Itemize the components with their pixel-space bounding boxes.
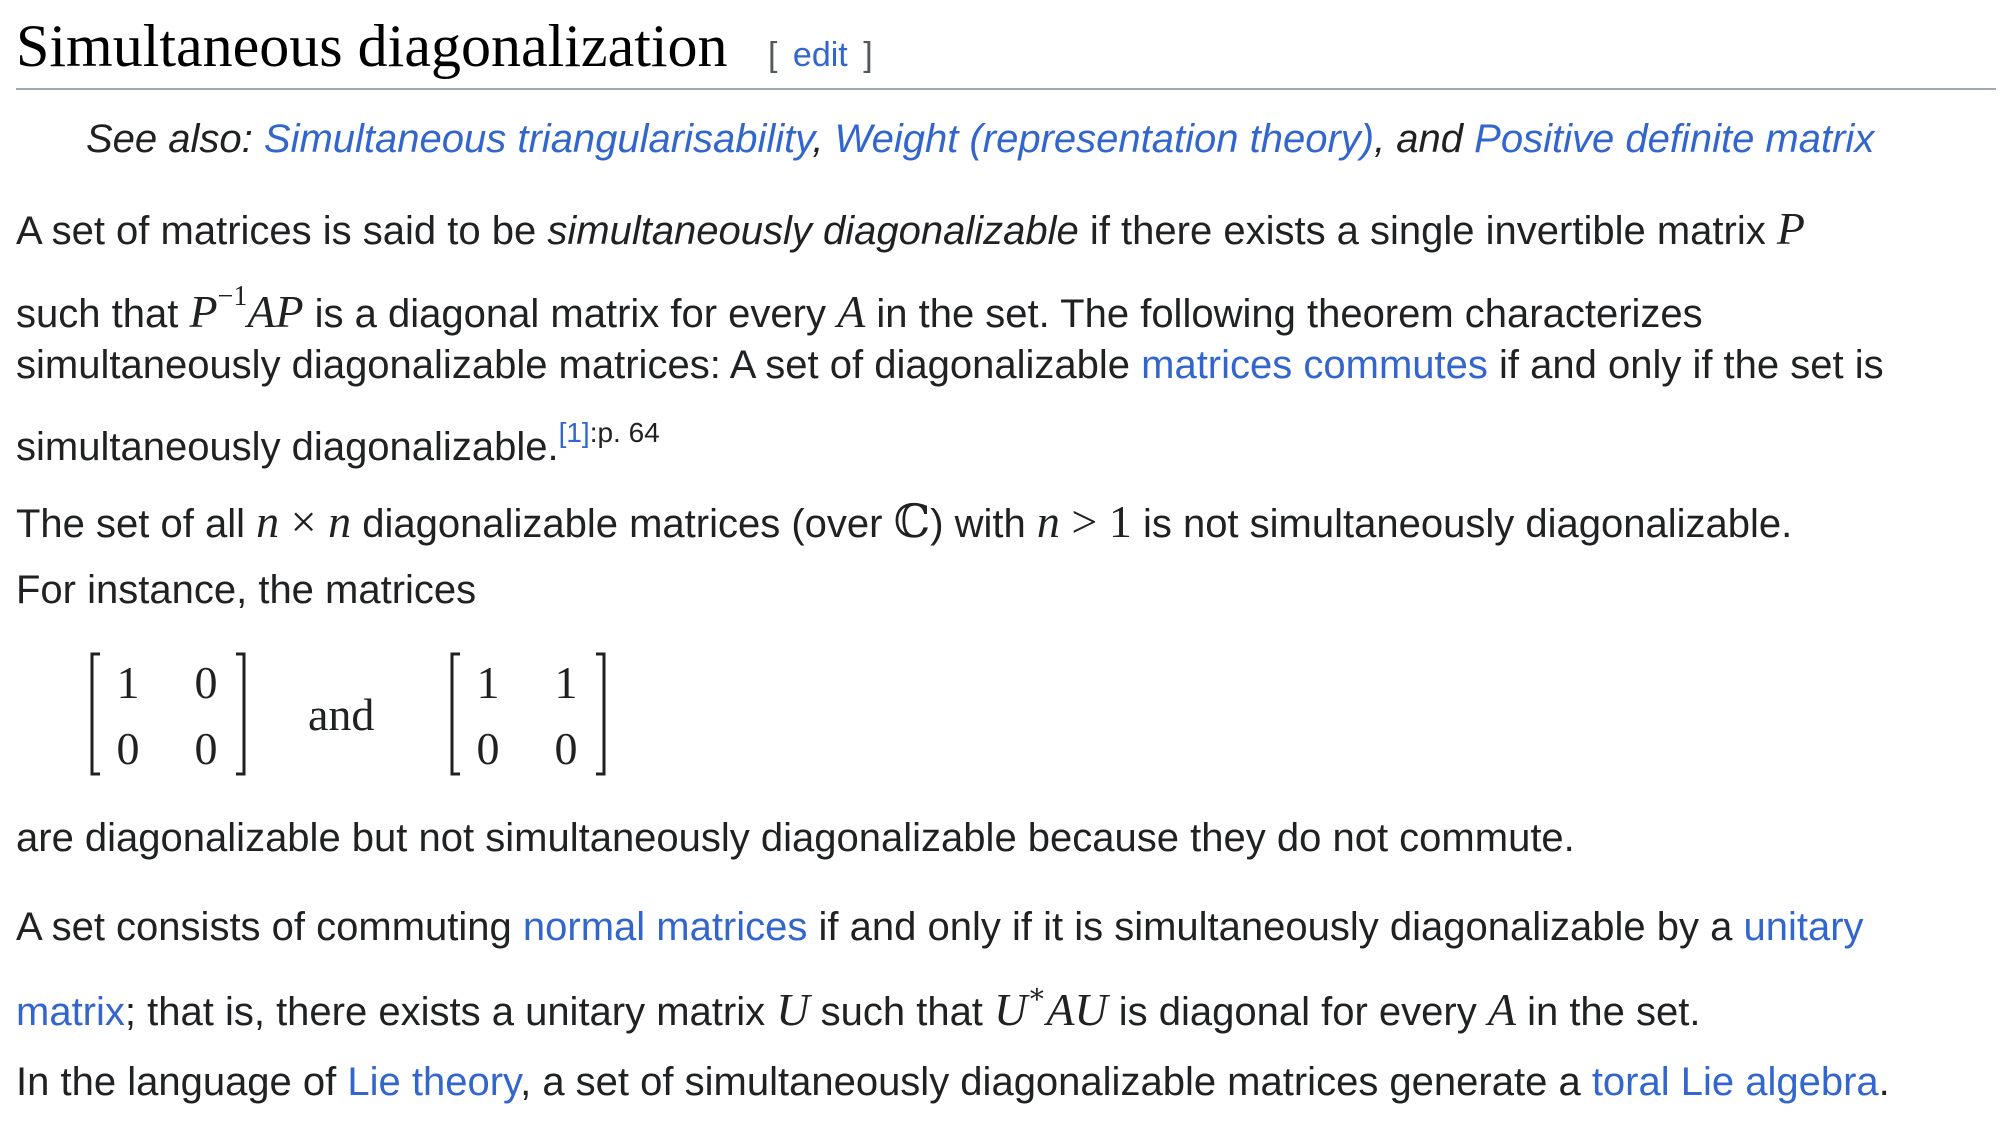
edit-section-links: [ edit ] <box>768 36 873 75</box>
text-span: is a diagonal matrix for every <box>303 292 838 336</box>
matrix-first: 1 0 0 0 <box>88 650 248 778</box>
text-span: diagonalizable matrices (over <box>351 502 894 546</box>
paragraph-line: simultaneously diagonalizable matrices: … <box>16 331 1996 399</box>
matrix-cell: 1 <box>476 657 500 708</box>
edit-link[interactable]: edit <box>793 36 848 74</box>
link-matrices-commutes[interactable]: matrices commutes <box>1141 343 1488 387</box>
math-U: U <box>994 984 1028 1035</box>
link-toral-lie-algebra[interactable]: toral Lie algebra <box>1592 1060 1879 1104</box>
math-A: A <box>1487 984 1516 1035</box>
text-span: are diagonalizable but not simultaneousl… <box>16 816 1575 860</box>
text-span: A set consists of commuting <box>16 905 523 949</box>
citation-link[interactable]: [1] <box>559 417 590 448</box>
edit-bracket-close: ] <box>863 36 873 74</box>
text-span: . <box>1878 1060 1890 1104</box>
text-span: ) with <box>930 502 1037 546</box>
math-AU: AU <box>1046 984 1108 1035</box>
paragraph-line: A set consists of commuting normal matri… <box>16 893 1996 961</box>
text-span: The set of all <box>16 502 257 546</box>
text-span: simultaneously diagonalizable. <box>16 425 559 469</box>
math-U: U <box>776 984 810 1035</box>
matrix-cell: 0 <box>194 723 218 774</box>
citation-page: :p. 64 <box>589 417 660 448</box>
matrix-cell: 1 <box>116 657 140 708</box>
paragraph-line: The set of all n × n diagonalizable matr… <box>16 488 1996 556</box>
text-span: if and only if it is simultaneously diag… <box>807 905 1744 949</box>
text-span: if and only if the set is <box>1487 343 1884 387</box>
math-n: n <box>328 496 352 547</box>
math-n: n <box>256 496 280 547</box>
paragraph-line: For instance, the matrices <box>16 556 1996 624</box>
text-span: is not simultaneously diagonalizable. <box>1131 502 1793 546</box>
text-span: is diagonal for every <box>1107 990 1488 1034</box>
section-title: Simultaneous diagonalization <box>16 13 728 79</box>
text-span: in the set. The following theorem charac… <box>865 292 1703 336</box>
text-span: , a set of simultaneously diagonalizable… <box>520 1060 1592 1104</box>
matrix-and-word: and <box>308 689 375 740</box>
link-positive-definite-matrix[interactable]: Positive definite matrix <box>1474 117 1874 161</box>
matrix-cell: 0 <box>194 657 218 708</box>
hatnote-sep2: , and <box>1374 117 1475 161</box>
paragraph-line: are diagonalizable but not simultaneousl… <box>16 804 1996 872</box>
matrices-display: 1 0 0 0 and 1 1 0 0 <box>88 650 648 778</box>
paragraph-line: A set of matrices is said to be simultan… <box>16 195 1996 263</box>
matrix-second: 1 1 0 0 <box>448 650 608 778</box>
text-span: if there exists a single invertible matr… <box>1078 209 1777 253</box>
paragraph-line: matrix; that is, there exists a unitary … <box>16 961 1996 1035</box>
math-superscript: −1 <box>217 281 248 312</box>
text-span: such that <box>16 292 190 336</box>
text-span: For instance, the matrices <box>16 568 477 612</box>
matrix-cell: 0 <box>554 723 578 774</box>
paragraph-line: In the language of Lie theory, a set of … <box>16 1048 1996 1116</box>
text-span: In the language of <box>16 1060 348 1104</box>
paragraph-lie-theory: In the language of Lie theory, a set of … <box>16 1048 1996 1116</box>
link-unitary-matrix[interactable]: unitary <box>1743 905 1863 949</box>
paragraph-commute-note: are diagonalizable but not simultaneousl… <box>16 804 1996 872</box>
math-greater-than-1: > 1 <box>1059 496 1132 547</box>
math-A: A <box>837 286 866 337</box>
paragraph-definition: A set of matrices is said to be simultan… <box>16 195 1996 469</box>
paragraph-normal-matrices: A set consists of commuting normal matri… <box>16 893 1996 1035</box>
link-lie-theory[interactable]: Lie theory <box>347 1060 520 1104</box>
text-span: A set of matrices is said to be <box>16 209 548 253</box>
link-simultaneous-triangularisability[interactable]: Simultaneous triangularisability <box>264 117 812 161</box>
text-span: such that <box>809 990 995 1034</box>
hatnote-sep1: , <box>812 117 835 161</box>
math-times: × <box>279 496 329 547</box>
text-span: ; that is, there exists a unitary matrix <box>124 990 777 1034</box>
paragraph-line: such that P−1AP is a diagonal matrix for… <box>16 263 1996 337</box>
link-normal-matrices[interactable]: normal matrices <box>523 905 808 949</box>
emphasis-term: simultaneously diagonalizable <box>547 209 1079 253</box>
math-complex-numbers: ℂ <box>893 496 931 547</box>
math-conjugate-transpose: ∗ <box>1027 979 1047 1010</box>
hatnote-see-also: See also: Simultaneous triangularisabili… <box>86 112 1874 166</box>
matrix-cell: 0 <box>476 723 500 774</box>
edit-bracket-open: [ <box>768 36 778 74</box>
paragraph-counterexample: The set of all n × n diagonalizable matr… <box>16 488 1996 624</box>
matrix-cell: 0 <box>116 723 140 774</box>
link-weight-representation-theory[interactable]: Weight (representation theory) <box>835 117 1375 161</box>
section-heading: Simultaneous diagonalization [ edit ] <box>16 6 1996 90</box>
matrix-cell: 1 <box>554 657 578 708</box>
hatnote-prefix: See also: <box>86 117 264 161</box>
math-AP: AP <box>247 286 304 337</box>
math-P: P <box>1776 203 1805 254</box>
paragraph-line: simultaneously diagonalizable.[1]:p. 64 <box>16 399 1996 469</box>
math-n: n <box>1036 496 1060 547</box>
math-P: P <box>189 286 218 337</box>
text-span: in the set. <box>1515 990 1701 1034</box>
link-unitary-matrix[interactable]: matrix <box>16 990 125 1034</box>
text-span: simultaneously diagonalizable matrices: … <box>16 343 1142 387</box>
